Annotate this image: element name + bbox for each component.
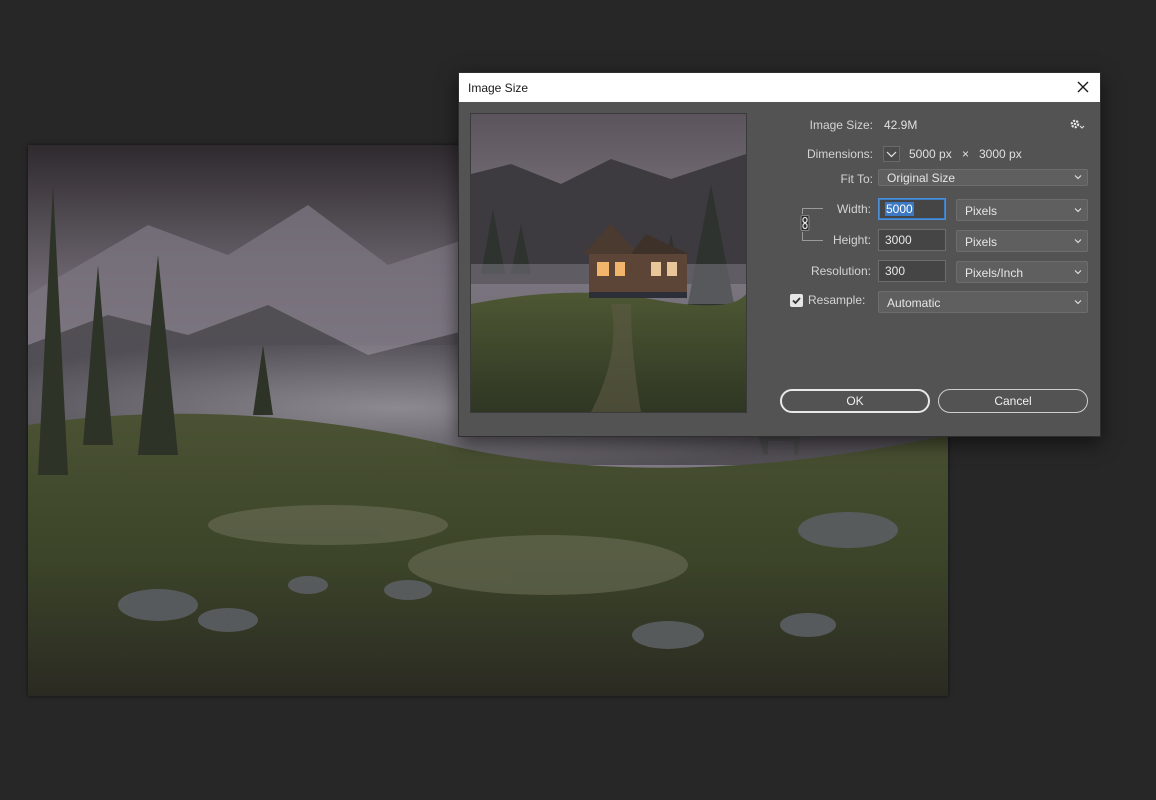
height-unit-select[interactable]: Pixels bbox=[956, 230, 1088, 252]
resolution-label: Resolution: bbox=[810, 264, 871, 278]
ok-button[interactable]: OK bbox=[780, 389, 930, 413]
chain-link-icon bbox=[800, 215, 810, 231]
image-size-dialog: Image Size Image Size: 42.9M Dimensions:… bbox=[458, 72, 1101, 437]
close-button[interactable] bbox=[1074, 78, 1092, 96]
constrain-proportions-button[interactable] bbox=[798, 214, 812, 232]
width-input[interactable]: 5000 bbox=[878, 198, 946, 220]
dialog-title: Image Size bbox=[468, 81, 529, 95]
resolution-unit-value: Pixels/Inch bbox=[965, 266, 1024, 280]
chevron-down-icon bbox=[1074, 175, 1082, 180]
chevron-down-icon bbox=[1074, 270, 1082, 275]
height-input[interactable]: 3000 bbox=[878, 229, 946, 251]
resample-method-value: Automatic bbox=[887, 296, 941, 310]
dimensions-width: 5000 px bbox=[909, 147, 952, 161]
dimensions-unit-toggle[interactable] bbox=[883, 146, 900, 162]
image-size-label: Image Size: bbox=[809, 118, 873, 132]
fit-to-select[interactable]: Original Size bbox=[878, 169, 1088, 186]
checkmark-icon bbox=[792, 297, 801, 305]
width-unit-value: Pixels bbox=[965, 204, 998, 218]
cancel-button[interactable]: Cancel bbox=[938, 389, 1088, 413]
gear-icon bbox=[1070, 119, 1085, 129]
chevron-down-icon bbox=[1074, 239, 1082, 244]
resample-checkbox[interactable] bbox=[790, 294, 803, 307]
settings-button[interactable] bbox=[1069, 118, 1085, 133]
chevron-down-icon bbox=[1074, 208, 1082, 213]
resolution-unit-select[interactable]: Pixels/Inch bbox=[956, 261, 1088, 283]
width-value: 5000 bbox=[885, 202, 914, 216]
height-unit-value: Pixels bbox=[965, 235, 998, 249]
resolution-value: 300 bbox=[885, 264, 906, 278]
image-size-value: 42.9M bbox=[884, 118, 918, 132]
resample-label: Resample: bbox=[808, 293, 866, 307]
resolution-input[interactable]: 300 bbox=[878, 260, 946, 282]
resample-method-select[interactable]: Automatic bbox=[878, 291, 1088, 313]
chevron-down-icon bbox=[1074, 300, 1082, 305]
dimensions-separator: × bbox=[962, 147, 970, 161]
chevron-down-icon bbox=[886, 151, 897, 158]
image-preview[interactable] bbox=[470, 113, 747, 413]
preview-artwork bbox=[471, 114, 746, 412]
width-label: Width: bbox=[836, 202, 871, 216]
dimensions-label: Dimensions: bbox=[806, 147, 873, 161]
dimensions-height: 3000 px bbox=[979, 147, 1022, 161]
height-value: 3000 bbox=[885, 233, 912, 247]
height-label: Height: bbox=[832, 233, 871, 247]
close-icon bbox=[1077, 81, 1089, 93]
fit-to-value: Original Size bbox=[887, 171, 956, 185]
fit-to-label: Fit To: bbox=[840, 172, 873, 186]
width-unit-select[interactable]: Pixels bbox=[956, 199, 1088, 221]
dialog-titlebar[interactable]: Image Size bbox=[459, 73, 1100, 102]
